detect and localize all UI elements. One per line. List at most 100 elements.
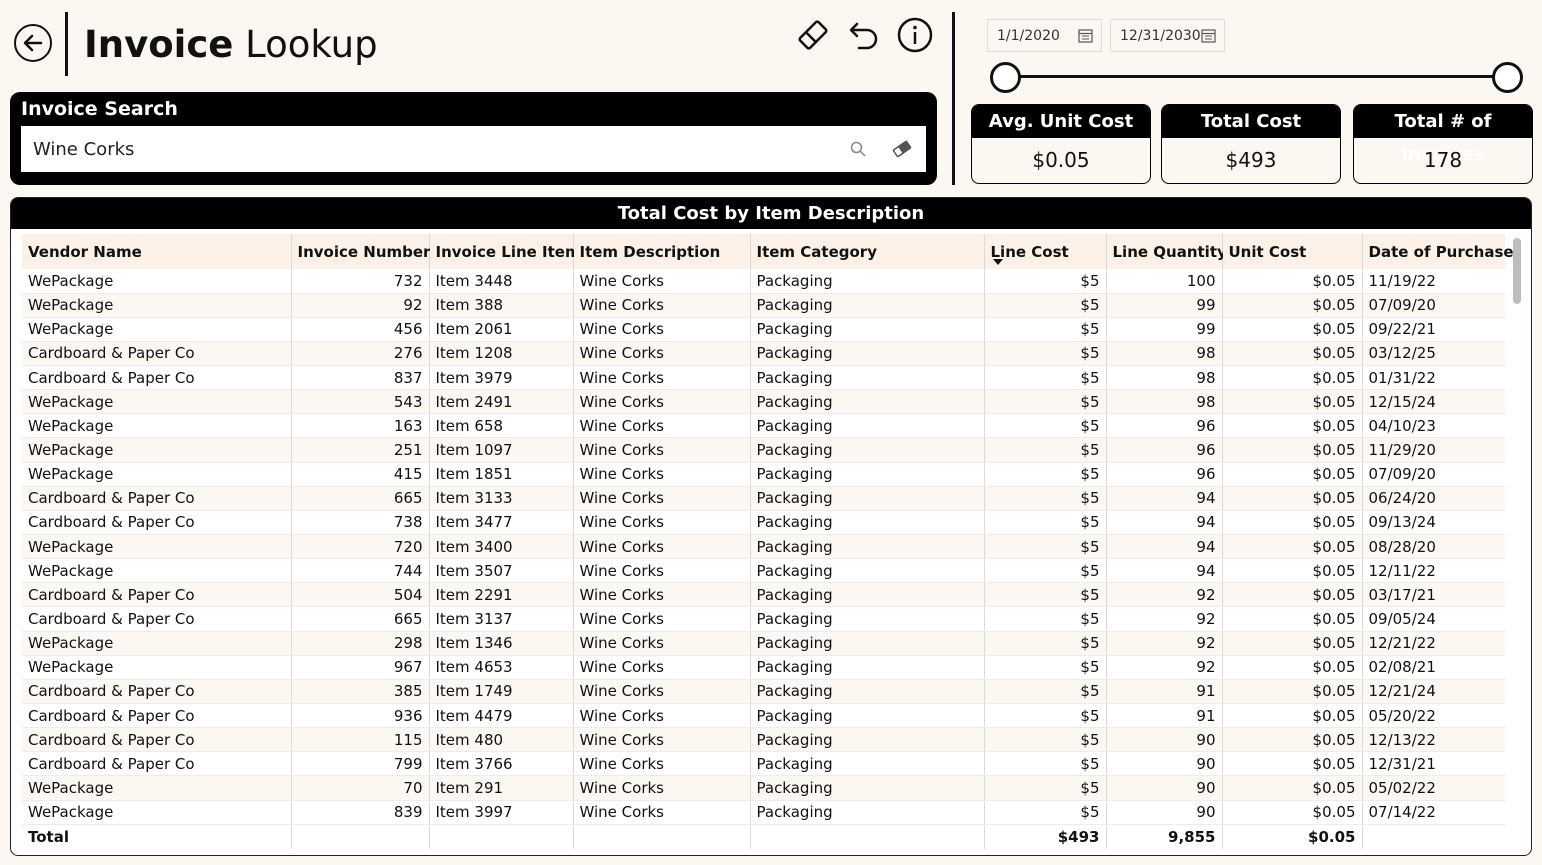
line-item-cell: Item 3507 — [428, 558, 573, 584]
start-date-input[interactable]: 1/1/2020 — [987, 19, 1102, 52]
table-row[interactable]: WePackage 839 Item 3997 Wine Corks Packaging… — [22, 800, 1505, 825]
purchase-date-cell: 12/21/22 — [1361, 631, 1505, 656]
item-description-cell: Wine Corks — [572, 775, 750, 801]
line-cost-cell: $5 — [983, 775, 1106, 801]
line-item-cell: Item 3766 — [428, 751, 573, 777]
purchase-date-cell: 09/05/24 — [1361, 606, 1505, 632]
line-quantity-cell: 99 — [1105, 317, 1222, 342]
table-row[interactable]: WePackage 92 Item 388 Wine Corks Packaging $5… — [22, 293, 1505, 318]
table-title: Total Cost by Item Description — [11, 198, 1531, 229]
purchase-date-cell: 12/15/24 — [1361, 389, 1505, 415]
clear-filters-button[interactable] — [794, 16, 832, 54]
invoice-number-cell: 543 — [290, 389, 429, 415]
search-icon[interactable] — [849, 140, 867, 158]
table-row[interactable]: WePackage 251 Item 1097 Wine Corks Packaging… — [22, 437, 1505, 463]
table-row[interactable]: Cardboard & Paper Co 504 Item 2291 Wine Cor… — [22, 582, 1505, 608]
end-date-value: 12/31/2030 — [1120, 27, 1201, 44]
column-header-sorted[interactable]: Line Cost — [983, 234, 1106, 269]
line-cost-cell: $5 — [983, 631, 1106, 656]
invoice-table: Vendor Name Invoice Number Invoice Line … — [22, 234, 1514, 850]
table-row[interactable]: WePackage 543 Item 2491 Wine Corks Packaging… — [22, 389, 1505, 415]
line-item-cell: Item 2061 — [428, 317, 573, 342]
line-item-cell: Item 3400 — [428, 534, 573, 560]
total-cell-empty — [572, 824, 750, 850]
purchase-date-cell: 09/13/24 — [1361, 510, 1505, 536]
table-total-row: Total $493 9,855 $0.05 — [22, 824, 1505, 850]
table-row[interactable]: Cardboard & Paper Co 799 Item 3766 Wine Cor… — [22, 751, 1505, 777]
unit-cost-cell: $0.05 — [1221, 486, 1362, 511]
purchase-date-cell: 08/28/20 — [1361, 534, 1505, 560]
item-category-cell: Packaging — [749, 486, 984, 511]
unit-cost-cell: $0.05 — [1221, 317, 1362, 342]
table-row[interactable]: WePackage 70 Item 291 Wine Corks Packaging $5… — [22, 775, 1505, 801]
column-header[interactable]: Vendor Name — [22, 234, 291, 269]
table-row[interactable]: WePackage 415 Item 1851 Wine Corks Packaging… — [22, 462, 1505, 487]
table-row[interactable]: Cardboard & Paper Co 837 Item 3979 Wine Cor… — [22, 365, 1505, 391]
search-input[interactable] — [21, 126, 831, 172]
date-slider-end-handle[interactable] — [1492, 62, 1523, 93]
unit-cost-cell: $0.05 — [1221, 365, 1362, 391]
line-cost-cell: $5 — [983, 341, 1106, 367]
line-quantity-cell: 94 — [1105, 534, 1222, 560]
table-row[interactable]: WePackage 163 Item 658 Wine Corks Packaging $… — [22, 413, 1505, 439]
table-row[interactable]: WePackage 456 Item 2061 Wine Corks Packaging… — [22, 317, 1505, 342]
invoice-number-cell: 385 — [290, 679, 429, 705]
end-date-input[interactable]: 12/31/2030 — [1110, 19, 1225, 52]
column-header[interactable]: Item Category — [749, 234, 984, 269]
total-cell-empty — [428, 824, 573, 850]
invoice-number-cell: 799 — [290, 751, 429, 777]
kpi-label: Total Cost — [1162, 105, 1340, 138]
item-description-cell: Wine Corks — [572, 582, 750, 608]
back-button[interactable] — [14, 24, 52, 62]
purchase-date-cell: 03/17/21 — [1361, 582, 1505, 608]
line-quantity-cell: 96 — [1105, 413, 1222, 439]
table-row[interactable]: Cardboard & Paper Co 665 Item 3133 Wine Cor… — [22, 486, 1505, 511]
column-header[interactable]: Date of Purchase — [1361, 234, 1514, 269]
line-cost-cell: $5 — [983, 703, 1106, 729]
table-row[interactable]: Cardboard & Paper Co 385 Item 1749 Wine Cor… — [22, 679, 1505, 705]
total-cell-empty — [1361, 824, 1505, 850]
column-header[interactable]: Unit Cost — [1221, 234, 1362, 269]
date-slider-start-handle[interactable] — [990, 62, 1021, 93]
table-row[interactable]: Cardboard & Paper Co 665 Item 3137 Wine Cor… — [22, 606, 1505, 632]
table-row[interactable]: Cardboard & Paper Co 115 Item 480 Wine Cork… — [22, 727, 1505, 753]
line-cost-cell: $5 — [983, 510, 1106, 536]
date-slider-track[interactable] — [1004, 75, 1509, 78]
vendor-name-cell: WePackage — [22, 655, 291, 680]
info-button[interactable] — [896, 16, 934, 54]
vendor-name-cell: Cardboard & Paper Co — [22, 510, 291, 536]
vendor-name-cell: WePackage — [22, 800, 291, 825]
undo-button[interactable] — [844, 16, 882, 54]
table-row[interactable]: WePackage 298 Item 1346 Wine Corks Packaging… — [22, 631, 1505, 656]
table-row[interactable]: Cardboard & Paper Co 936 Item 4479 Wine Cor… — [22, 703, 1505, 729]
line-item-cell: Item 291 — [428, 775, 573, 801]
calendar-icon[interactable] — [1201, 28, 1216, 43]
vendor-name-cell: Cardboard & Paper Co — [22, 751, 291, 777]
item-category-cell: Packaging — [749, 389, 984, 415]
item-description-cell: Wine Corks — [572, 437, 750, 463]
item-description-cell: Wine Corks — [572, 317, 750, 342]
item-category-cell: Packaging — [749, 365, 984, 391]
calendar-icon[interactable] — [1078, 28, 1093, 43]
table-scrollbar[interactable] — [1513, 238, 1521, 304]
kpi-value: $0.05 — [1032, 148, 1090, 172]
item-category-cell: Packaging — [749, 727, 984, 753]
column-header[interactable]: Invoice Number — [290, 234, 430, 269]
line-quantity-cell: 96 — [1105, 437, 1222, 463]
item-description-cell: Wine Corks — [572, 341, 750, 367]
column-header[interactable]: Invoice Line Item — [428, 234, 581, 269]
column-header[interactable]: Line Quantity — [1105, 234, 1227, 269]
line-cost-cell: $5 — [983, 462, 1106, 487]
purchase-date-cell: 05/20/22 — [1361, 703, 1505, 729]
column-header[interactable]: Item Description — [572, 234, 750, 269]
item-category-cell: Packaging — [749, 558, 984, 584]
table-row[interactable]: WePackage 732 Item 3448 Wine Corks Packaging… — [22, 269, 1505, 294]
table-row[interactable]: Cardboard & Paper Co 276 Item 1208 Wine Cor… — [22, 341, 1505, 367]
table-row[interactable]: WePackage 720 Item 3400 Wine Corks Packaging… — [22, 534, 1505, 560]
clear-search-icon[interactable] — [891, 138, 913, 160]
table-row[interactable]: WePackage 967 Item 4653 Wine Corks Packaging… — [22, 655, 1505, 680]
table-row[interactable]: WePackage 744 Item 3507 Wine Corks Packaging… — [22, 558, 1505, 584]
info-icon — [897, 17, 933, 53]
table-row[interactable]: Cardboard & Paper Co 738 Item 3477 Wine Cor… — [22, 510, 1505, 536]
vendor-name-cell: WePackage — [22, 775, 291, 801]
